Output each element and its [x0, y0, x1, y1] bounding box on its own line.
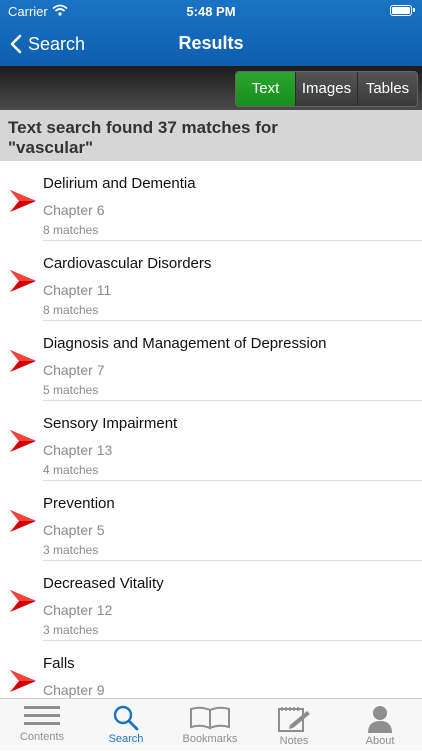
result-match-count: 3 matches	[43, 623, 99, 637]
result-chapter: Chapter 7	[43, 362, 105, 378]
tab-about[interactable]: About	[338, 699, 422, 751]
red-arrow-icon	[10, 349, 36, 378]
red-arrow-icon	[10, 269, 36, 298]
result-title: Falls	[43, 655, 75, 672]
result-chapter: Chapter 9	[43, 682, 105, 698]
result-row[interactable]: Diagnosis and Management of Depression Ch…	[0, 321, 422, 401]
result-title: Decreased Vitality	[43, 575, 164, 592]
red-arrow-icon	[10, 509, 36, 538]
tab-about-label: About	[365, 735, 395, 747]
result-match-count: 8 matches	[43, 303, 99, 317]
person-icon	[368, 706, 392, 733]
result-title: Prevention	[43, 495, 115, 512]
result-match-count: 8 matches	[43, 223, 99, 237]
result-row[interactable]: Delirium and Dementia Chapter 6 8 matches	[0, 161, 422, 241]
status-time: 5:48 PM	[186, 4, 236, 19]
result-title: Delirium and Dementia	[43, 175, 196, 192]
tab-contents[interactable]: Contents	[0, 699, 84, 751]
tab-bookmarks-label: Bookmarks	[182, 733, 238, 745]
tab-notes[interactable]: Notes	[252, 699, 336, 751]
result-chapter: Chapter 12	[43, 602, 113, 618]
open-book-icon	[190, 706, 230, 730]
tab-bookmarks[interactable]: Bookmarks	[168, 699, 252, 751]
result-chapter: Chapter 13	[43, 442, 113, 458]
red-arrow-icon	[10, 189, 36, 218]
red-arrow-icon	[10, 589, 36, 618]
results-list: Delirium and Dementia Chapter 68 matches C…	[0, 161, 422, 698]
result-row[interactable]: Sensory Impairment Chapter 13 4 matches	[0, 401, 422, 481]
tab-search[interactable]: Search	[84, 699, 168, 751]
result-title: Diagnosis and Management of Depression	[43, 335, 327, 352]
tab-notes-label: Notes	[279, 735, 309, 747]
result-row[interactable]: Falls Chapter 9	[0, 641, 422, 698]
summary-line-1: Text search found 37 matches for	[8, 118, 278, 137]
segment-tables[interactable]: Tables	[357, 72, 417, 106]
result-chapter: Chapter 6	[43, 202, 105, 218]
result-row[interactable]: Decreased Vitality Chapter 12 3 matches	[0, 561, 422, 641]
summary-line-2: "vascular"	[8, 138, 94, 157]
result-chapter: Chapter 11	[43, 282, 112, 298]
top-bar: Carrier 5:48 PM Search Results	[0, 0, 422, 66]
segment-images[interactable]: Images	[295, 72, 357, 106]
result-title: Sensory Impairment	[43, 415, 178, 432]
status-bar: Carrier 5:48 PM	[0, 0, 422, 22]
search-summary: Text search found 37 matches for "vascul…	[0, 110, 422, 161]
list-icon	[24, 706, 60, 725]
result-match-count: 4 matches	[43, 463, 99, 477]
navigation-bar: Search Results	[0, 22, 422, 66]
tab-search-label: Search	[108, 733, 144, 745]
tab-bar: Contents Search Bookmarks Notes About	[0, 698, 422, 750]
search-icon	[113, 705, 139, 731]
battery-icon	[390, 5, 415, 16]
result-row[interactable]: Cardiovascular Disorders Chapter 11 8 matc…	[0, 241, 422, 321]
red-arrow-icon	[10, 669, 36, 698]
result-match-count: 3 matches	[43, 543, 99, 557]
notepad-pencil-icon	[278, 707, 310, 732]
tab-contents-label: Contents	[19, 731, 65, 743]
segment-text[interactable]: Text	[236, 72, 295, 106]
result-row[interactable]: Prevention Chapter 5 3 matches	[0, 481, 422, 561]
page-title: Results	[178, 33, 244, 53]
segment-strip: Text Images Tables	[0, 66, 422, 110]
red-arrow-icon	[10, 429, 36, 458]
result-title: Cardiovascular Disorders	[43, 255, 212, 272]
result-match-count: 5 matches	[43, 383, 99, 397]
result-chapter: Chapter 5	[43, 522, 105, 538]
result-type-segmented-control: Text Images Tables	[235, 71, 418, 107]
